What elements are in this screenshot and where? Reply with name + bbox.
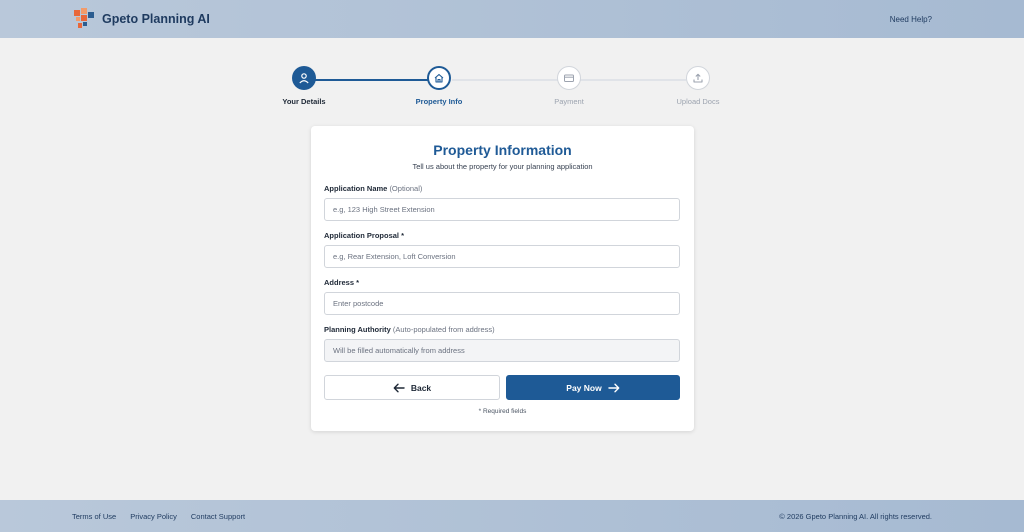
step-circle-inactive <box>557 66 581 90</box>
need-help-link[interactable]: Need Help? <box>890 15 932 24</box>
field-label-text: Address * <box>324 278 360 287</box>
planning-authority-label: Planning Authority (Auto-populated from … <box>324 325 495 334</box>
step-circle-inactive <box>686 66 710 90</box>
pay-now-button-label: Pay Now <box>566 382 602 393</box>
copyright-text: © 2026 Gpeto Planning AI. All rights res… <box>779 511 932 521</box>
progress-stepper: Your Details Property Info Payment Uploa… <box>276 66 736 112</box>
field-label-text: Planning Authority <box>324 325 391 334</box>
required-fields-note: * Required fields <box>478 408 527 415</box>
credit-card-icon <box>564 74 574 82</box>
field-label-text: Application Name <box>324 184 388 193</box>
optional-hint: (Optional) <box>389 184 423 193</box>
privacy-policy-link[interactable]: Privacy Policy <box>130 512 177 521</box>
step-label: Upload Docs <box>676 97 720 106</box>
step-circle-active <box>427 66 451 90</box>
step-property-info[interactable]: Property Info <box>399 66 479 106</box>
application-name-label: Application Name (Optional) <box>324 184 422 193</box>
back-button-label: Back <box>410 382 432 393</box>
top-header: Gpeto Planning AI Need Help? <box>0 0 1024 38</box>
pay-now-button[interactable]: Pay Now <box>506 375 680 400</box>
page-subtitle: Tell us about the property for your plan… <box>412 162 593 171</box>
step-upload-docs[interactable]: Upload Docs <box>658 66 738 106</box>
brand-name: Gpeto Planning AI <box>102 12 210 26</box>
user-icon <box>299 73 309 84</box>
application-name-input[interactable] <box>324 198 680 221</box>
arrow-right-icon <box>608 383 620 392</box>
property-information-card: Property Information Tell us about the p… <box>311 126 694 431</box>
step-your-details[interactable]: Your Details <box>264 66 344 106</box>
step-circle-completed <box>292 66 316 90</box>
step-label: Property Info <box>415 97 463 106</box>
contact-support-link[interactable]: Contact Support <box>191 512 245 521</box>
application-proposal-label: Application Proposal * <box>324 231 404 240</box>
step-label: Payment <box>554 97 584 106</box>
step-payment[interactable]: Payment <box>529 66 609 106</box>
footer-links: Terms of Use Privacy Policy Contact Supp… <box>72 512 245 521</box>
address-label: Address * <box>324 278 359 287</box>
upload-icon <box>693 73 703 83</box>
home-icon <box>434 73 444 83</box>
brand[interactable]: Gpeto Planning AI <box>72 8 210 30</box>
planning-authority-input <box>324 339 680 362</box>
auto-populated-hint: (Auto-populated from address) <box>392 325 495 334</box>
application-proposal-input[interactable] <box>324 245 680 268</box>
terms-of-use-link[interactable]: Terms of Use <box>72 512 116 521</box>
field-label-text: Application Proposal * <box>324 231 405 240</box>
brand-logo-icon <box>74 8 94 28</box>
back-button[interactable]: Back <box>324 375 500 400</box>
arrow-left-icon <box>393 383 405 392</box>
step-label: Your Details <box>282 97 326 106</box>
page-footer: Terms of Use Privacy Policy Contact Supp… <box>0 500 1024 532</box>
address-postcode-input[interactable] <box>324 292 680 315</box>
page-title: Property Information <box>433 142 572 158</box>
